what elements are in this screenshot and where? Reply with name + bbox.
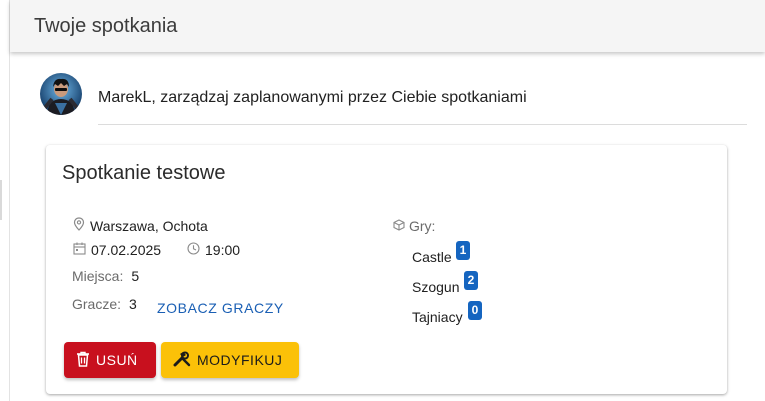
- game-item-castle: Castle: [412, 249, 452, 265]
- game-name: Tajniacy: [412, 309, 463, 325]
- trash-icon: [76, 351, 96, 370]
- avatar[interactable]: [40, 73, 82, 115]
- game-count-badge: 0: [468, 301, 482, 320]
- divider: [98, 124, 747, 125]
- time-row: 19:00: [187, 242, 240, 258]
- location-text: Warszawa, Ochota: [90, 217, 208, 234]
- delete-button[interactable]: USUŃ: [64, 342, 156, 378]
- side-nav-rail: [0, 0, 10, 401]
- location-pin-icon: [73, 217, 90, 234]
- time-text: 19:00: [205, 242, 241, 258]
- game-count-badge: 2: [464, 271, 478, 290]
- places-row: Miejsca: 5: [72, 268, 139, 284]
- game-count-badge: 1: [456, 241, 470, 260]
- modify-button[interactable]: MODYFIKUJ: [161, 342, 299, 378]
- cube-icon: [393, 218, 409, 234]
- meeting-title: Spotkanie testowe: [62, 162, 226, 184]
- game-name: Szogun: [412, 279, 460, 295]
- user-row: MarekL, zarządzaj zaplanowanymi przez Ci…: [40, 73, 747, 125]
- players-label: Gracze:: [72, 296, 122, 312]
- date-row: 07.02.2025: [73, 242, 161, 258]
- app-bar: Twoje spotkania: [10, 0, 765, 52]
- tools-icon: [173, 351, 197, 370]
- page-title: Twoje spotkania: [34, 14, 178, 37]
- calendar-icon: [73, 242, 91, 258]
- game-item-tajniacy: Tajniacy: [412, 309, 463, 325]
- modify-label: MODYFIKUJ: [197, 352, 283, 368]
- places-value: 5: [131, 268, 140, 284]
- see-players-link[interactable]: ZOBACZ GRACZY: [157, 300, 284, 316]
- clock-icon: [187, 242, 205, 258]
- game-item-szogun: Szogun: [412, 279, 459, 295]
- location-row: Warszawa, Ochota: [73, 217, 208, 234]
- meeting-card: Spotkanie testowe Warszawa, Ochota 07.02…: [46, 145, 727, 394]
- delete-label: USUŃ: [96, 352, 138, 368]
- players-value: 3: [129, 296, 137, 312]
- games-label: Gry:: [409, 218, 436, 234]
- game-name: Castle: [412, 249, 452, 265]
- players-row: Gracze: 3: [72, 296, 137, 312]
- greeting-text: MarekL, zarządzaj zaplanowanymi przez Ci…: [98, 89, 527, 106]
- places-label: Miejsca:: [72, 268, 124, 284]
- side-nav-indicator: [0, 180, 2, 220]
- games-label-row: Gry:: [393, 218, 435, 234]
- date-text: 07.02.2025: [91, 242, 162, 258]
